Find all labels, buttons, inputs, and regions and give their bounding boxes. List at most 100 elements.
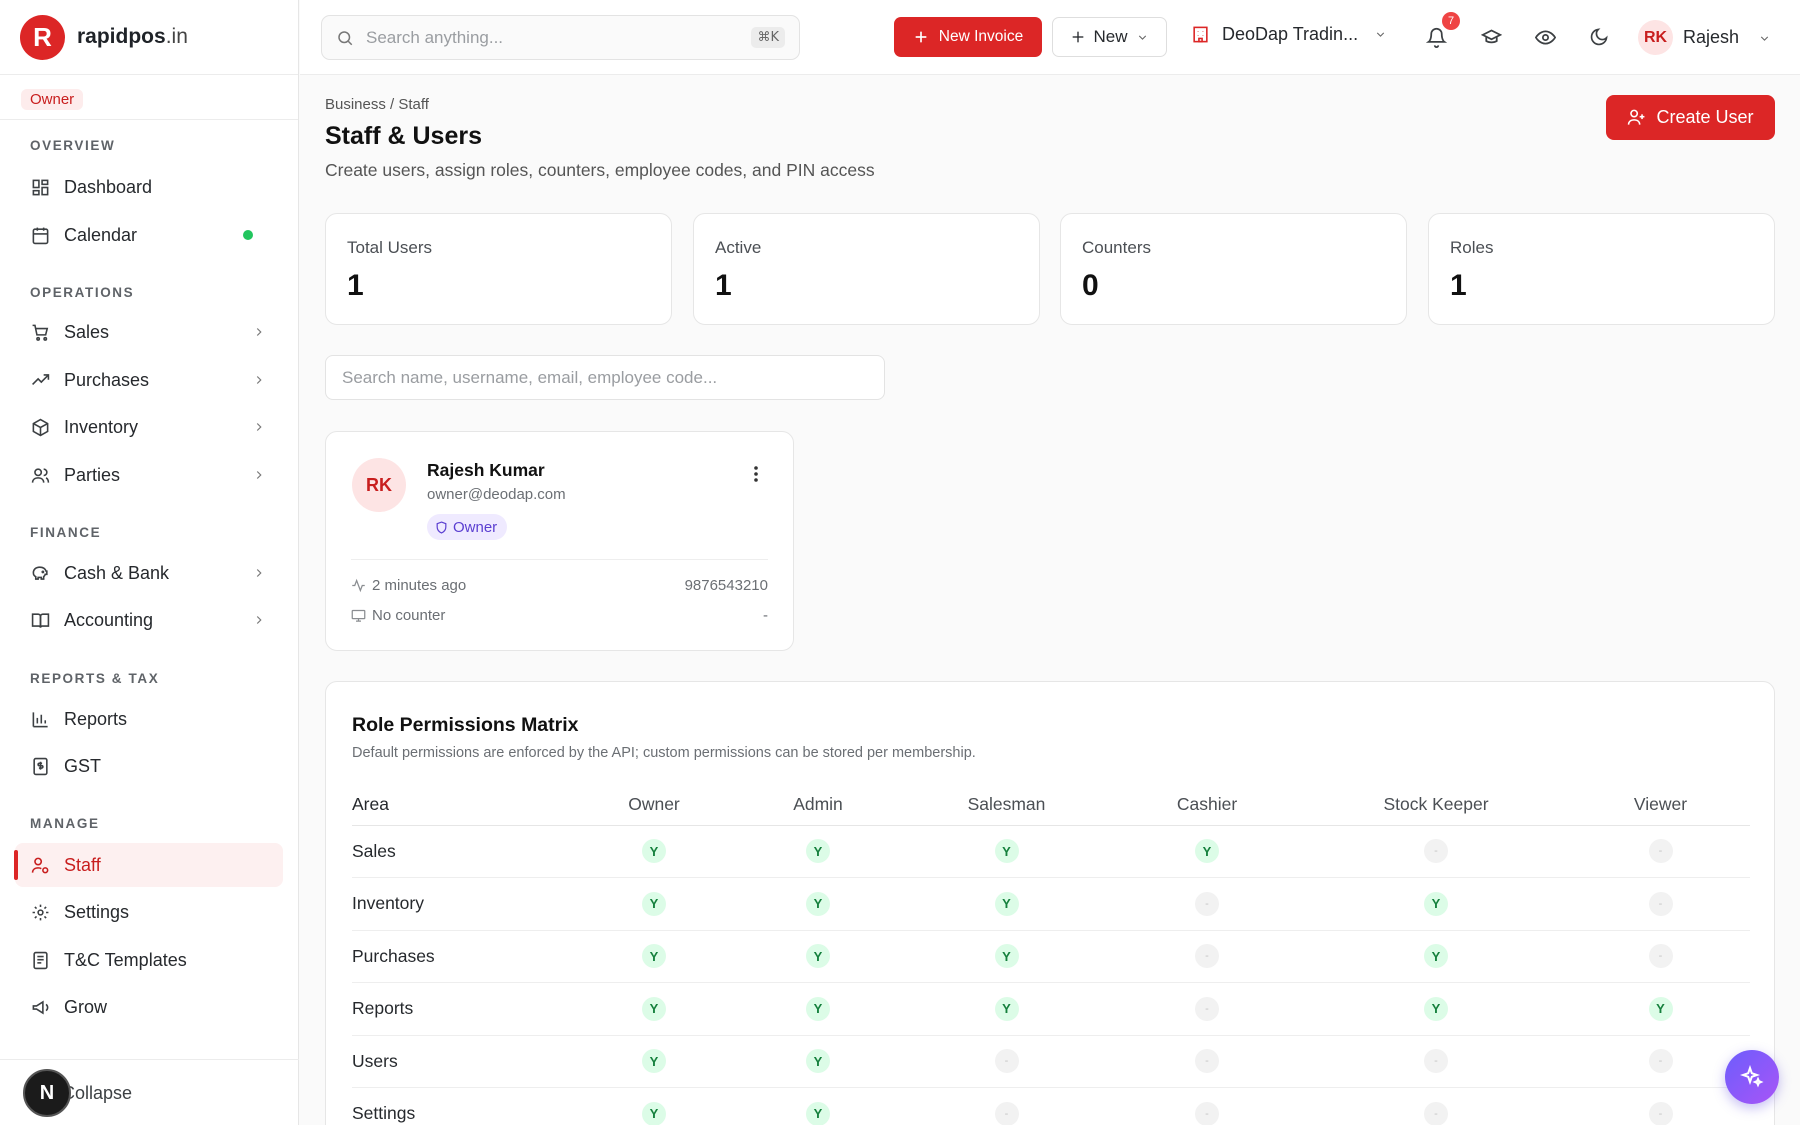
stat-label: Active (715, 238, 762, 257)
user-plus-icon (1627, 108, 1646, 127)
stat-value: 1 (347, 269, 364, 302)
company-switcher[interactable]: DeoDap Tradin... (1191, 24, 1387, 45)
role-permissions-matrix: Role Permissions Matrix Default permissi… (325, 681, 1775, 1125)
permission-granted: Y (1424, 944, 1448, 969)
search-shortcut: ⌘K (751, 27, 785, 48)
permission-cell: Y (1301, 930, 1571, 983)
permission-cell: - (1113, 877, 1301, 931)
sidebar-item-cash-bank[interactable]: Cash & Bank (15, 551, 283, 595)
sidebar-item-label: Parties (64, 464, 121, 485)
sidebar-item-gst[interactable]: GST (15, 744, 283, 788)
user-search-input[interactable]: Search name, username, email, employee c… (325, 355, 885, 400)
bell-icon[interactable] (1424, 25, 1448, 49)
user-menu[interactable]: Rajesh (1683, 27, 1771, 48)
graduation-cap-icon[interactable] (1479, 25, 1503, 49)
permission-area: Purchases (352, 930, 572, 983)
new-menu-button[interactable]: New (1052, 17, 1167, 57)
plus-icon (1070, 29, 1086, 45)
permission-granted: Y (1424, 996, 1448, 1021)
calendar-icon (30, 225, 50, 245)
table-row: Sales Y Y Y Y - - (352, 825, 1750, 878)
permission-granted: Y (1424, 891, 1448, 916)
user-card-name: Rajesh Kumar (427, 460, 545, 480)
dashboard-icon (30, 177, 50, 197)
sidebar-item-dashboard[interactable]: Dashboard (15, 165, 283, 209)
chevron-right-icon (252, 418, 266, 439)
eye-icon[interactable] (1533, 25, 1557, 49)
permission-cell: - (1571, 825, 1750, 878)
permission-cell: - (900, 1087, 1113, 1125)
building-icon (1191, 25, 1210, 44)
package-icon (30, 417, 50, 437)
chevron-right-icon (252, 466, 266, 487)
counter-text: No counter (372, 607, 446, 624)
last-active: 2 minutes ago (351, 577, 466, 594)
create-user-button[interactable]: Create User (1606, 95, 1775, 140)
sidebar-item-accounting[interactable]: Accounting (15, 598, 283, 642)
ai-assistant-button[interactable] (1725, 1050, 1779, 1104)
create-user-label: Create User (1656, 107, 1754, 127)
permission-cell: Y (572, 1035, 736, 1088)
sidebar-item-reports[interactable]: Reports (15, 697, 283, 741)
sidebar-item-calendar[interactable]: Calendar (15, 213, 283, 257)
permission-area: Reports (352, 982, 572, 1036)
sidebar-item-staff[interactable]: Staff (14, 843, 283, 887)
sidebar-item-sales[interactable]: Sales (15, 310, 283, 354)
divider (351, 559, 768, 560)
permission-cell: Y (736, 1087, 900, 1125)
logo-text: rapidpos.in (77, 25, 188, 49)
role-badge-label: Owner (453, 518, 498, 536)
document-icon (30, 950, 50, 970)
permission-granted: Y (642, 839, 666, 864)
permission-cell: Y (900, 877, 1113, 931)
permission-granted: Y (806, 1101, 830, 1125)
search-placeholder: Search anything... (366, 27, 504, 47)
new-invoice-button[interactable]: New Invoice (894, 17, 1042, 57)
column-header: Area (352, 785, 572, 826)
user-avatar[interactable]: RK (1638, 20, 1673, 55)
breadcrumb[interactable]: Business / Staff (325, 96, 429, 113)
receipt-icon (30, 756, 50, 776)
sidebar-item-inventory[interactable]: Inventory (15, 405, 283, 449)
permission-cell: Y (900, 982, 1113, 1036)
table-row: Purchases Y Y Y - Y - (352, 930, 1750, 983)
sidebar-item-tc-templates[interactable]: T&C Templates (15, 938, 283, 982)
permission-granted: Y (994, 839, 1019, 864)
role-badge: Owner (427, 514, 508, 540)
permission-cell: - (1113, 1035, 1301, 1088)
permission-cell: - (1113, 1087, 1301, 1125)
permission-cell: - (1571, 877, 1750, 931)
chevron-down-icon (1758, 32, 1771, 45)
sidebar-item-purchases[interactable]: Purchases (15, 358, 283, 402)
avatar: RK (352, 458, 406, 512)
brand-logo[interactable]: R rapidpos.in (0, 0, 298, 75)
permission-denied: - (1195, 891, 1219, 916)
stat-label: Total Users (347, 238, 433, 257)
sidebar-item-label: Settings (64, 901, 130, 922)
permission-granted: Y (994, 996, 1019, 1021)
new-invoice-label: New Invoice (938, 28, 1024, 45)
permission-cell: Y (736, 1035, 900, 1088)
permission-cell: Y (572, 825, 736, 878)
table-row: Settings Y Y - - - - (352, 1087, 1750, 1125)
collapse-sidebar-button[interactable]: Collapse N (0, 1059, 299, 1125)
permission-denied: - (1424, 1101, 1448, 1125)
user-card[interactable]: RK Rajesh Kumar owner@deodap.com Owner 2… (325, 431, 794, 651)
dev-tools-badge[interactable]: N (23, 1069, 71, 1117)
sidebar-item-parties[interactable]: Parties (15, 453, 283, 497)
sidebar-item-settings[interactable]: Settings (15, 890, 283, 934)
sidebar-item-label: GST (64, 755, 102, 776)
permission-cell: Y (736, 982, 900, 1036)
moon-icon[interactable] (1587, 25, 1611, 49)
sidebar-item-label: Dashboard (64, 176, 153, 197)
brand-tld: .in (165, 25, 188, 48)
more-vertical-icon[interactable] (746, 462, 766, 486)
global-search-input[interactable]: Search anything... ⌘K (321, 15, 800, 60)
sidebar-item-grow[interactable]: Grow (15, 985, 283, 1029)
permission-cell: Y (1571, 982, 1750, 1036)
user-phone: 9876543210 (684, 577, 768, 594)
permission-denied: - (1424, 839, 1448, 864)
counter-assignment: No counter (351, 607, 445, 624)
permission-denied: - (1648, 944, 1673, 969)
column-header: Stock Keeper (1301, 785, 1571, 826)
